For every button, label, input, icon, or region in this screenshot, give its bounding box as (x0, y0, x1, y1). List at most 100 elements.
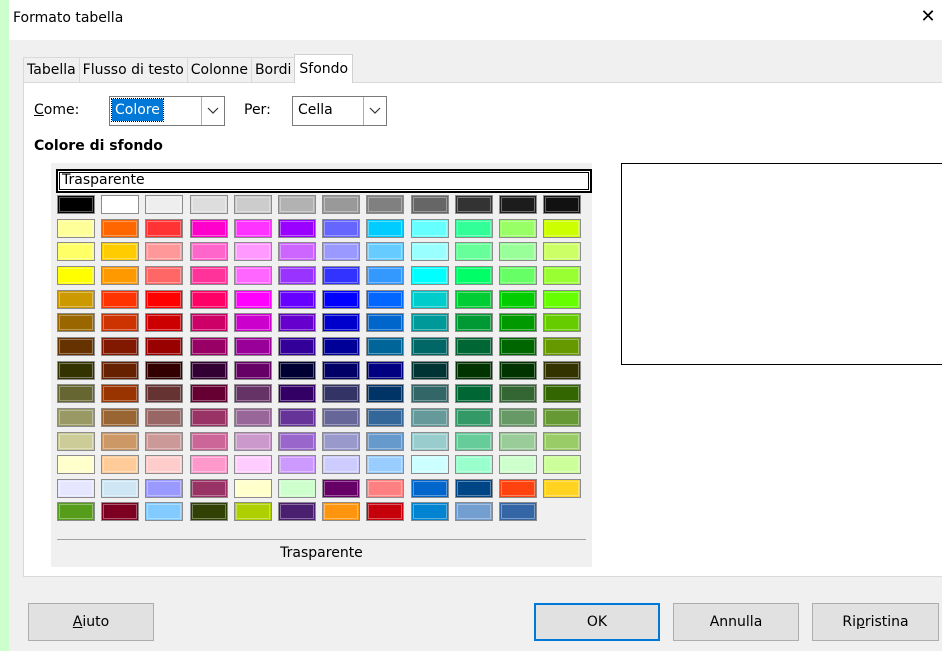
color-swatch[interactable] (322, 195, 360, 214)
color-swatch[interactable] (101, 455, 139, 474)
color-swatch[interactable] (190, 455, 228, 474)
color-swatch[interactable] (57, 313, 95, 332)
color-swatch[interactable] (455, 479, 493, 498)
color-swatch[interactable] (322, 266, 360, 285)
color-swatch[interactable] (499, 337, 537, 356)
ok-button[interactable]: OK (534, 603, 660, 641)
color-swatch[interactable] (411, 290, 449, 309)
color-swatch[interactable] (145, 337, 183, 356)
color-swatch[interactable] (278, 219, 316, 238)
color-swatch[interactable] (145, 408, 183, 427)
color-swatch[interactable] (101, 266, 139, 285)
color-swatch[interactable] (455, 290, 493, 309)
color-swatch[interactable] (366, 266, 404, 285)
color-swatch[interactable] (278, 455, 316, 474)
color-swatch[interactable] (322, 290, 360, 309)
color-swatch[interactable] (234, 219, 272, 238)
color-swatch[interactable] (366, 502, 404, 521)
color-swatch[interactable] (499, 361, 537, 380)
color-swatch[interactable] (411, 195, 449, 214)
color-swatch[interactable] (411, 384, 449, 403)
color-swatch[interactable] (145, 479, 183, 498)
color-swatch[interactable] (190, 195, 228, 214)
color-swatch[interactable] (234, 195, 272, 214)
color-swatch[interactable] (57, 455, 95, 474)
close-icon[interactable]: ✕ (918, 6, 938, 28)
color-swatch[interactable] (278, 432, 316, 451)
color-swatch[interactable] (57, 290, 95, 309)
color-swatch[interactable] (190, 361, 228, 380)
color-swatch[interactable] (101, 384, 139, 403)
color-swatch[interactable] (145, 313, 183, 332)
color-swatch[interactable] (366, 313, 404, 332)
color-swatch[interactable] (101, 337, 139, 356)
color-swatch[interactable] (499, 313, 537, 332)
color-swatch[interactable] (57, 242, 95, 261)
color-swatch[interactable] (101, 242, 139, 261)
color-swatch[interactable] (101, 195, 139, 214)
color-swatch[interactable] (543, 384, 581, 403)
color-swatch[interactable] (411, 479, 449, 498)
color-swatch[interactable] (145, 219, 183, 238)
color-swatch[interactable] (366, 432, 404, 451)
color-swatch[interactable] (543, 361, 581, 380)
color-swatch[interactable] (455, 337, 493, 356)
color-swatch[interactable] (322, 384, 360, 403)
cancel-button[interactable]: Annulla (673, 603, 799, 641)
color-swatch[interactable] (499, 195, 537, 214)
color-swatch[interactable] (499, 384, 537, 403)
color-swatch[interactable] (57, 219, 95, 238)
color-swatch[interactable] (145, 195, 183, 214)
color-swatch[interactable] (145, 502, 183, 521)
color-swatch[interactable] (234, 242, 272, 261)
color-swatch[interactable] (278, 337, 316, 356)
color-swatch[interactable] (543, 290, 581, 309)
color-swatch[interactable] (322, 479, 360, 498)
as-dropdown-button[interactable] (201, 97, 224, 125)
color-swatch[interactable] (322, 219, 360, 238)
color-swatch[interactable] (366, 337, 404, 356)
color-swatch[interactable] (322, 361, 360, 380)
color-swatch[interactable] (101, 290, 139, 309)
color-swatch[interactable] (411, 219, 449, 238)
color-swatch[interactable] (278, 502, 316, 521)
color-swatch[interactable] (57, 337, 95, 356)
color-swatch[interactable] (101, 361, 139, 380)
color-swatch[interactable] (278, 242, 316, 261)
color-swatch[interactable] (543, 337, 581, 356)
color-swatch[interactable] (190, 502, 228, 521)
color-swatch[interactable] (190, 266, 228, 285)
color-swatch[interactable] (455, 384, 493, 403)
color-swatch[interactable] (366, 408, 404, 427)
color-swatch[interactable] (234, 290, 272, 309)
color-swatch[interactable] (411, 455, 449, 474)
color-swatch[interactable] (57, 479, 95, 498)
color-swatch[interactable] (101, 502, 139, 521)
color-swatch[interactable] (543, 455, 581, 474)
color-swatch[interactable] (411, 242, 449, 261)
color-swatch[interactable] (543, 242, 581, 261)
color-swatch[interactable] (499, 290, 537, 309)
color-swatch[interactable] (101, 408, 139, 427)
for-dropdown-button[interactable] (363, 97, 386, 125)
color-swatch[interactable] (145, 266, 183, 285)
color-swatch[interactable] (543, 195, 581, 214)
color-swatch[interactable] (57, 502, 95, 521)
color-swatch[interactable] (543, 408, 581, 427)
color-swatch[interactable] (57, 384, 95, 403)
color-swatch[interactable] (455, 195, 493, 214)
color-swatch[interactable] (234, 361, 272, 380)
color-swatch[interactable] (57, 432, 95, 451)
color-swatch[interactable] (455, 219, 493, 238)
color-swatch[interactable] (366, 361, 404, 380)
color-swatch[interactable] (57, 408, 95, 427)
color-swatch[interactable] (234, 455, 272, 474)
color-swatch[interactable] (190, 219, 228, 238)
color-swatch[interactable] (145, 432, 183, 451)
color-swatch[interactable] (455, 361, 493, 380)
color-swatch[interactable] (366, 195, 404, 214)
color-swatch[interactable] (366, 455, 404, 474)
tab-text-flow[interactable]: Flusso di testo (78, 57, 188, 83)
color-swatch[interactable] (322, 432, 360, 451)
tab-background[interactable]: Sfondo (294, 54, 354, 83)
